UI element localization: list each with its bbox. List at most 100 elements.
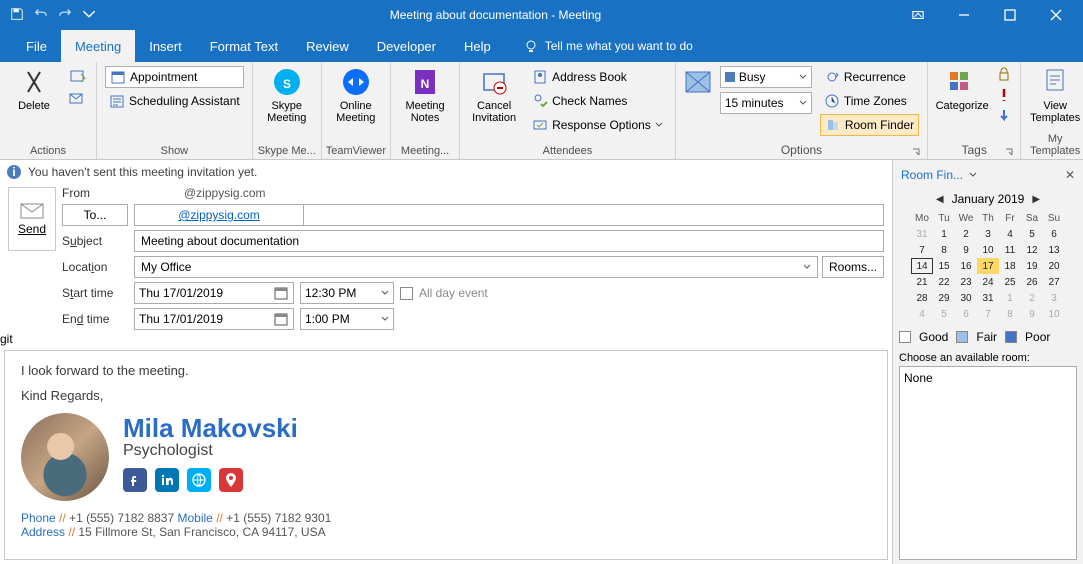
copy-calendar-icon[interactable] xyxy=(68,66,88,89)
start-date-field[interactable]: Thu 17/01/2019 xyxy=(134,282,294,304)
calendar-day[interactable]: 6 xyxy=(955,306,977,322)
view-templates-button[interactable]: View Templates xyxy=(1025,64,1083,126)
calendar-day[interactable]: 10 xyxy=(977,242,999,258)
calendar-day[interactable]: 1 xyxy=(999,290,1021,306)
undo-icon[interactable] xyxy=(34,7,48,24)
calendar-day[interactable]: 20 xyxy=(1043,258,1065,274)
calendar-day[interactable]: 11 xyxy=(999,242,1021,258)
calendar-day[interactable]: 16 xyxy=(955,258,977,274)
calendar-day[interactable]: 4 xyxy=(999,226,1021,242)
meeting-notes-button[interactable]: N Meeting Notes xyxy=(395,64,455,126)
calendar-day[interactable]: 13 xyxy=(1043,242,1065,258)
tab-developer[interactable]: Developer xyxy=(363,30,450,62)
calendar-day[interactable]: 7 xyxy=(911,242,933,258)
calendar-day[interactable]: 4 xyxy=(911,306,933,322)
delete-button[interactable]: Delete xyxy=(4,64,64,114)
calendar-day[interactable]: 6 xyxy=(1043,226,1065,242)
address-book-button[interactable]: Address Book xyxy=(528,66,667,88)
calendar-day[interactable]: 9 xyxy=(1021,306,1043,322)
room-finder-button[interactable]: Room Finder xyxy=(820,114,919,136)
close-button[interactable] xyxy=(1033,0,1079,30)
low-importance-icon[interactable] xyxy=(996,108,1012,127)
send-button[interactable]: Send xyxy=(8,187,56,251)
reminder-dropdown[interactable]: 15 minutes xyxy=(720,92,812,114)
calendar-day[interactable]: 17 xyxy=(977,258,999,274)
cancel-invitation-button[interactable]: Cancel Invitation xyxy=(464,64,524,126)
minimize-button[interactable] xyxy=(941,0,987,30)
calendar-day[interactable]: 3 xyxy=(1043,290,1065,306)
tab-review[interactable]: Review xyxy=(292,30,363,62)
ribbon-display-icon[interactable] xyxy=(895,0,941,30)
save-icon[interactable] xyxy=(10,7,24,24)
calendar-day[interactable]: 23 xyxy=(955,274,977,290)
private-icon[interactable] xyxy=(996,66,1012,85)
forward-icon[interactable] xyxy=(68,91,88,110)
calendar-day[interactable]: 26 xyxy=(1021,274,1043,290)
facebook-icon[interactable] xyxy=(123,468,147,492)
calendar-day[interactable]: 21 xyxy=(911,274,933,290)
recurrence-button[interactable]: Recurrence xyxy=(820,66,919,88)
calendar-day[interactable]: 2 xyxy=(1021,290,1043,306)
end-date-field[interactable]: Thu 17/01/2019 xyxy=(134,308,294,330)
skype-meeting-button[interactable]: S Skype Meeting xyxy=(257,64,317,126)
calendar-day[interactable]: 19 xyxy=(1021,258,1043,274)
to-field[interactable]: @zippysig.com xyxy=(134,204,304,226)
calendar-day[interactable]: 14 xyxy=(911,258,933,274)
categorize-button[interactable]: Categorize xyxy=(932,64,992,114)
check-names-button[interactable]: Check Names xyxy=(528,90,667,112)
qat-dropdown-icon[interactable] xyxy=(82,7,96,24)
subject-field[interactable]: Meeting about documentation xyxy=(134,230,884,252)
start-time-field[interactable]: 12:30 PM xyxy=(300,282,394,304)
show-as-button[interactable] xyxy=(680,64,716,100)
tab-help[interactable]: Help xyxy=(450,30,505,62)
online-meeting-button[interactable]: Online Meeting xyxy=(326,64,386,126)
maximize-button[interactable] xyxy=(987,0,1033,30)
calendar-day[interactable]: 8 xyxy=(933,242,955,258)
show-as-dropdown[interactable]: Busy xyxy=(720,66,812,88)
calendar-day[interactable]: 8 xyxy=(999,306,1021,322)
tab-file[interactable]: File xyxy=(12,30,61,62)
response-options-button[interactable]: Response Options xyxy=(528,114,667,136)
to-button[interactable]: To... xyxy=(62,204,128,226)
tab-meeting[interactable]: Meeting xyxy=(61,30,135,62)
close-panel-icon[interactable]: ✕ xyxy=(1065,168,1075,182)
linkedin-icon[interactable] xyxy=(155,468,179,492)
calendar-day[interactable]: 31 xyxy=(911,226,933,242)
tab-format-text[interactable]: Format Text xyxy=(196,30,292,62)
calendar-day[interactable]: 15 xyxy=(933,258,955,274)
calendar-day[interactable]: 9 xyxy=(955,242,977,258)
calendar-day[interactable]: 22 xyxy=(933,274,955,290)
dialog-launcher-icon[interactable] xyxy=(1004,147,1014,157)
location-field[interactable]: My Office xyxy=(134,256,818,278)
all-day-checkbox[interactable] xyxy=(400,287,413,300)
calendar-day[interactable]: 7 xyxy=(977,306,999,322)
prev-month-button[interactable]: ◀ xyxy=(936,194,944,205)
calendar-day[interactable]: 30 xyxy=(955,290,977,306)
calendar-day[interactable]: 1 xyxy=(933,226,955,242)
chevron-down-icon[interactable] xyxy=(969,171,977,179)
message-body[interactable]: I look forward to the meeting. Kind Rega… xyxy=(4,350,888,560)
scheduling-assistant-button[interactable]: Scheduling Assistant xyxy=(105,90,244,112)
calendar[interactable]: MoTuWeThFrSaSu 3112345678910111213141516… xyxy=(911,210,1065,322)
redo-icon[interactable] xyxy=(58,7,72,24)
rooms-button[interactable]: Rooms... xyxy=(822,256,884,278)
calendar-day[interactable]: 2 xyxy=(955,226,977,242)
calendar-day[interactable]: 28 xyxy=(911,290,933,306)
calendar-day[interactable]: 25 xyxy=(999,274,1021,290)
calendar-day[interactable]: 5 xyxy=(933,306,955,322)
time-zones-button[interactable]: Time Zones xyxy=(820,90,919,112)
end-time-field[interactable]: 1:00 PM xyxy=(300,308,394,330)
tell-me[interactable]: Tell me what you want to do xyxy=(505,30,693,62)
room-list[interactable]: None xyxy=(899,366,1077,560)
tab-insert[interactable]: Insert xyxy=(135,30,196,62)
calendar-day[interactable]: 31 xyxy=(977,290,999,306)
to-field-extra[interactable] xyxy=(303,204,884,226)
website-icon[interactable] xyxy=(187,468,211,492)
calendar-day[interactable]: 18 xyxy=(999,258,1021,274)
appointment-button[interactable]: Appointment xyxy=(105,66,244,88)
next-month-button[interactable]: ▶ xyxy=(1032,194,1040,205)
map-icon[interactable] xyxy=(219,468,243,492)
calendar-day[interactable]: 10 xyxy=(1043,306,1065,322)
dialog-launcher-icon[interactable] xyxy=(911,147,921,157)
high-importance-icon[interactable] xyxy=(996,87,1012,106)
